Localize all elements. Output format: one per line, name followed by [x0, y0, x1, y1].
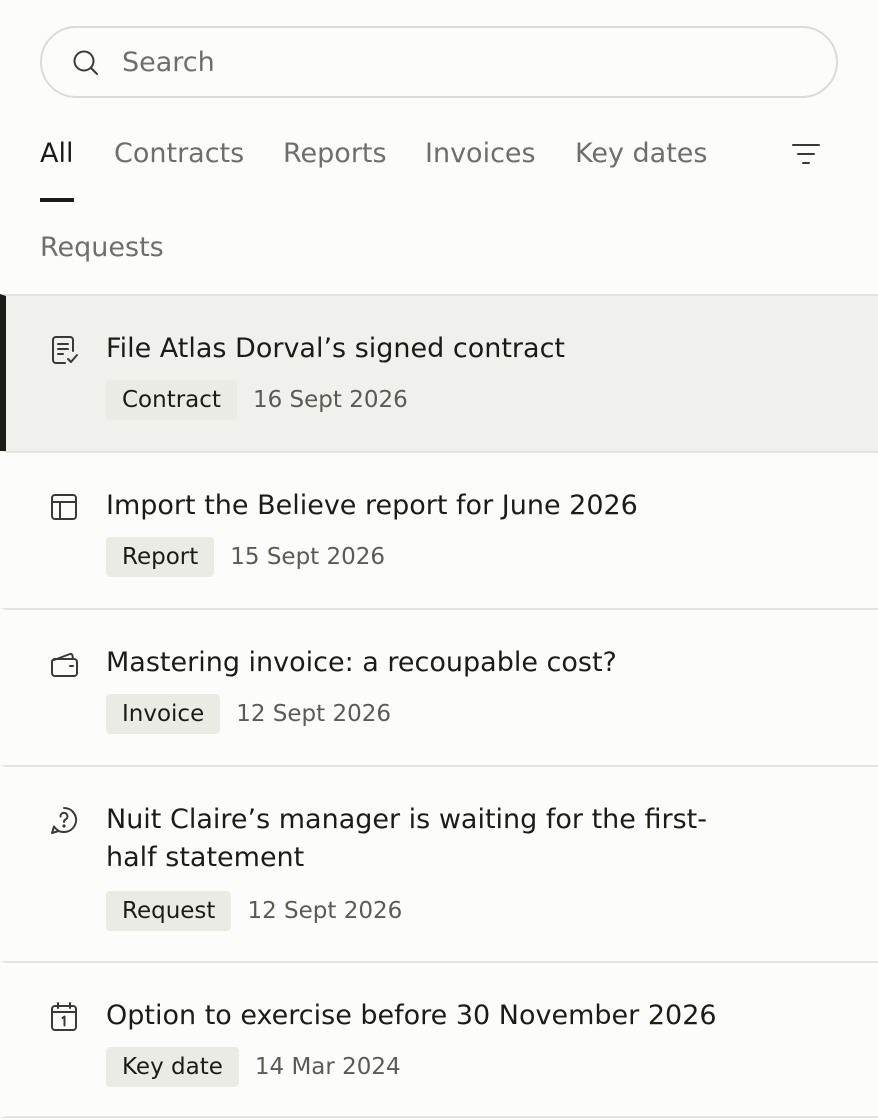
list-item[interactable]: Option to exercise before 30 November 20… — [0, 961, 878, 1118]
report-table-icon — [51, 494, 77, 520]
tab-bar: All Contracts Reports Invoices Key dates… — [0, 110, 878, 280]
request-list: File Atlas Dorval’s signed contract Cont… — [0, 294, 878, 1118]
item-meta: Key date 14 Mar 2024 — [106, 1047, 401, 1087]
item-date: 12 Sept 2026 — [236, 701, 392, 727]
item-title: Nuit Claire’s manager is waiting for the… — [106, 804, 707, 873]
calendar-icon — [51, 1002, 77, 1031]
search-bar[interactable] — [40, 26, 838, 98]
item-title: Import the Believe report for June 2026 — [106, 490, 638, 521]
item-meta: Report 15 Sept 2026 — [106, 537, 385, 577]
active-tab-indicator — [40, 198, 74, 202]
item-title: Option to exercise before 30 November 20… — [106, 1000, 717, 1031]
item-meta: Contract 16 Sept 2026 — [106, 380, 408, 420]
item-date: 15 Sept 2026 — [230, 544, 386, 570]
filter-icon[interactable] — [788, 140, 824, 170]
tab-invoices[interactable]: Invoices — [425, 140, 536, 167]
item-date: 14 Mar 2024 — [254, 1054, 401, 1080]
list-item[interactable]: Mastering invoice: a recoupable cost? In… — [0, 608, 878, 765]
item-date: 16 Sept 2026 — [252, 387, 408, 413]
inbox-panel: All Contracts Reports Invoices Key dates… — [0, 0, 878, 1120]
tab-contracts[interactable]: Contracts — [114, 140, 244, 167]
search-icon — [73, 50, 98, 75]
list-item[interactable]: File Atlas Dorval’s signed contract Cont… — [0, 294, 878, 451]
item-title: File Atlas Dorval’s signed contract — [106, 333, 565, 364]
item-meta: Invoice 12 Sept 2026 — [106, 694, 391, 734]
type-badge: Invoice — [106, 694, 221, 734]
item-meta: Request 12 Sept 2026 — [106, 891, 402, 931]
type-badge: Request — [106, 891, 232, 931]
type-badge: Contract — [106, 380, 237, 420]
tab-all[interactable]: All — [40, 140, 73, 167]
type-badge: Key date — [106, 1047, 239, 1087]
search-input[interactable] — [122, 28, 812, 96]
chat-question-icon — [51, 806, 78, 834]
list-item[interactable]: Nuit Claire’s manager is waiting for the… — [0, 765, 878, 961]
tab-requests[interactable]: Requests — [40, 234, 164, 261]
tab-key-dates[interactable]: Key dates — [575, 140, 707, 167]
wallet-icon — [51, 652, 78, 677]
item-title: Mastering invoice: a recoupable cost? — [106, 647, 617, 678]
tab-reports[interactable]: Reports — [283, 140, 387, 167]
type-badge: Report — [106, 537, 215, 577]
list-item[interactable]: Import the Believe report for June 2026 … — [0, 451, 878, 608]
item-date: 12 Sept 2026 — [247, 898, 403, 924]
contract-check-icon — [52, 336, 78, 364]
